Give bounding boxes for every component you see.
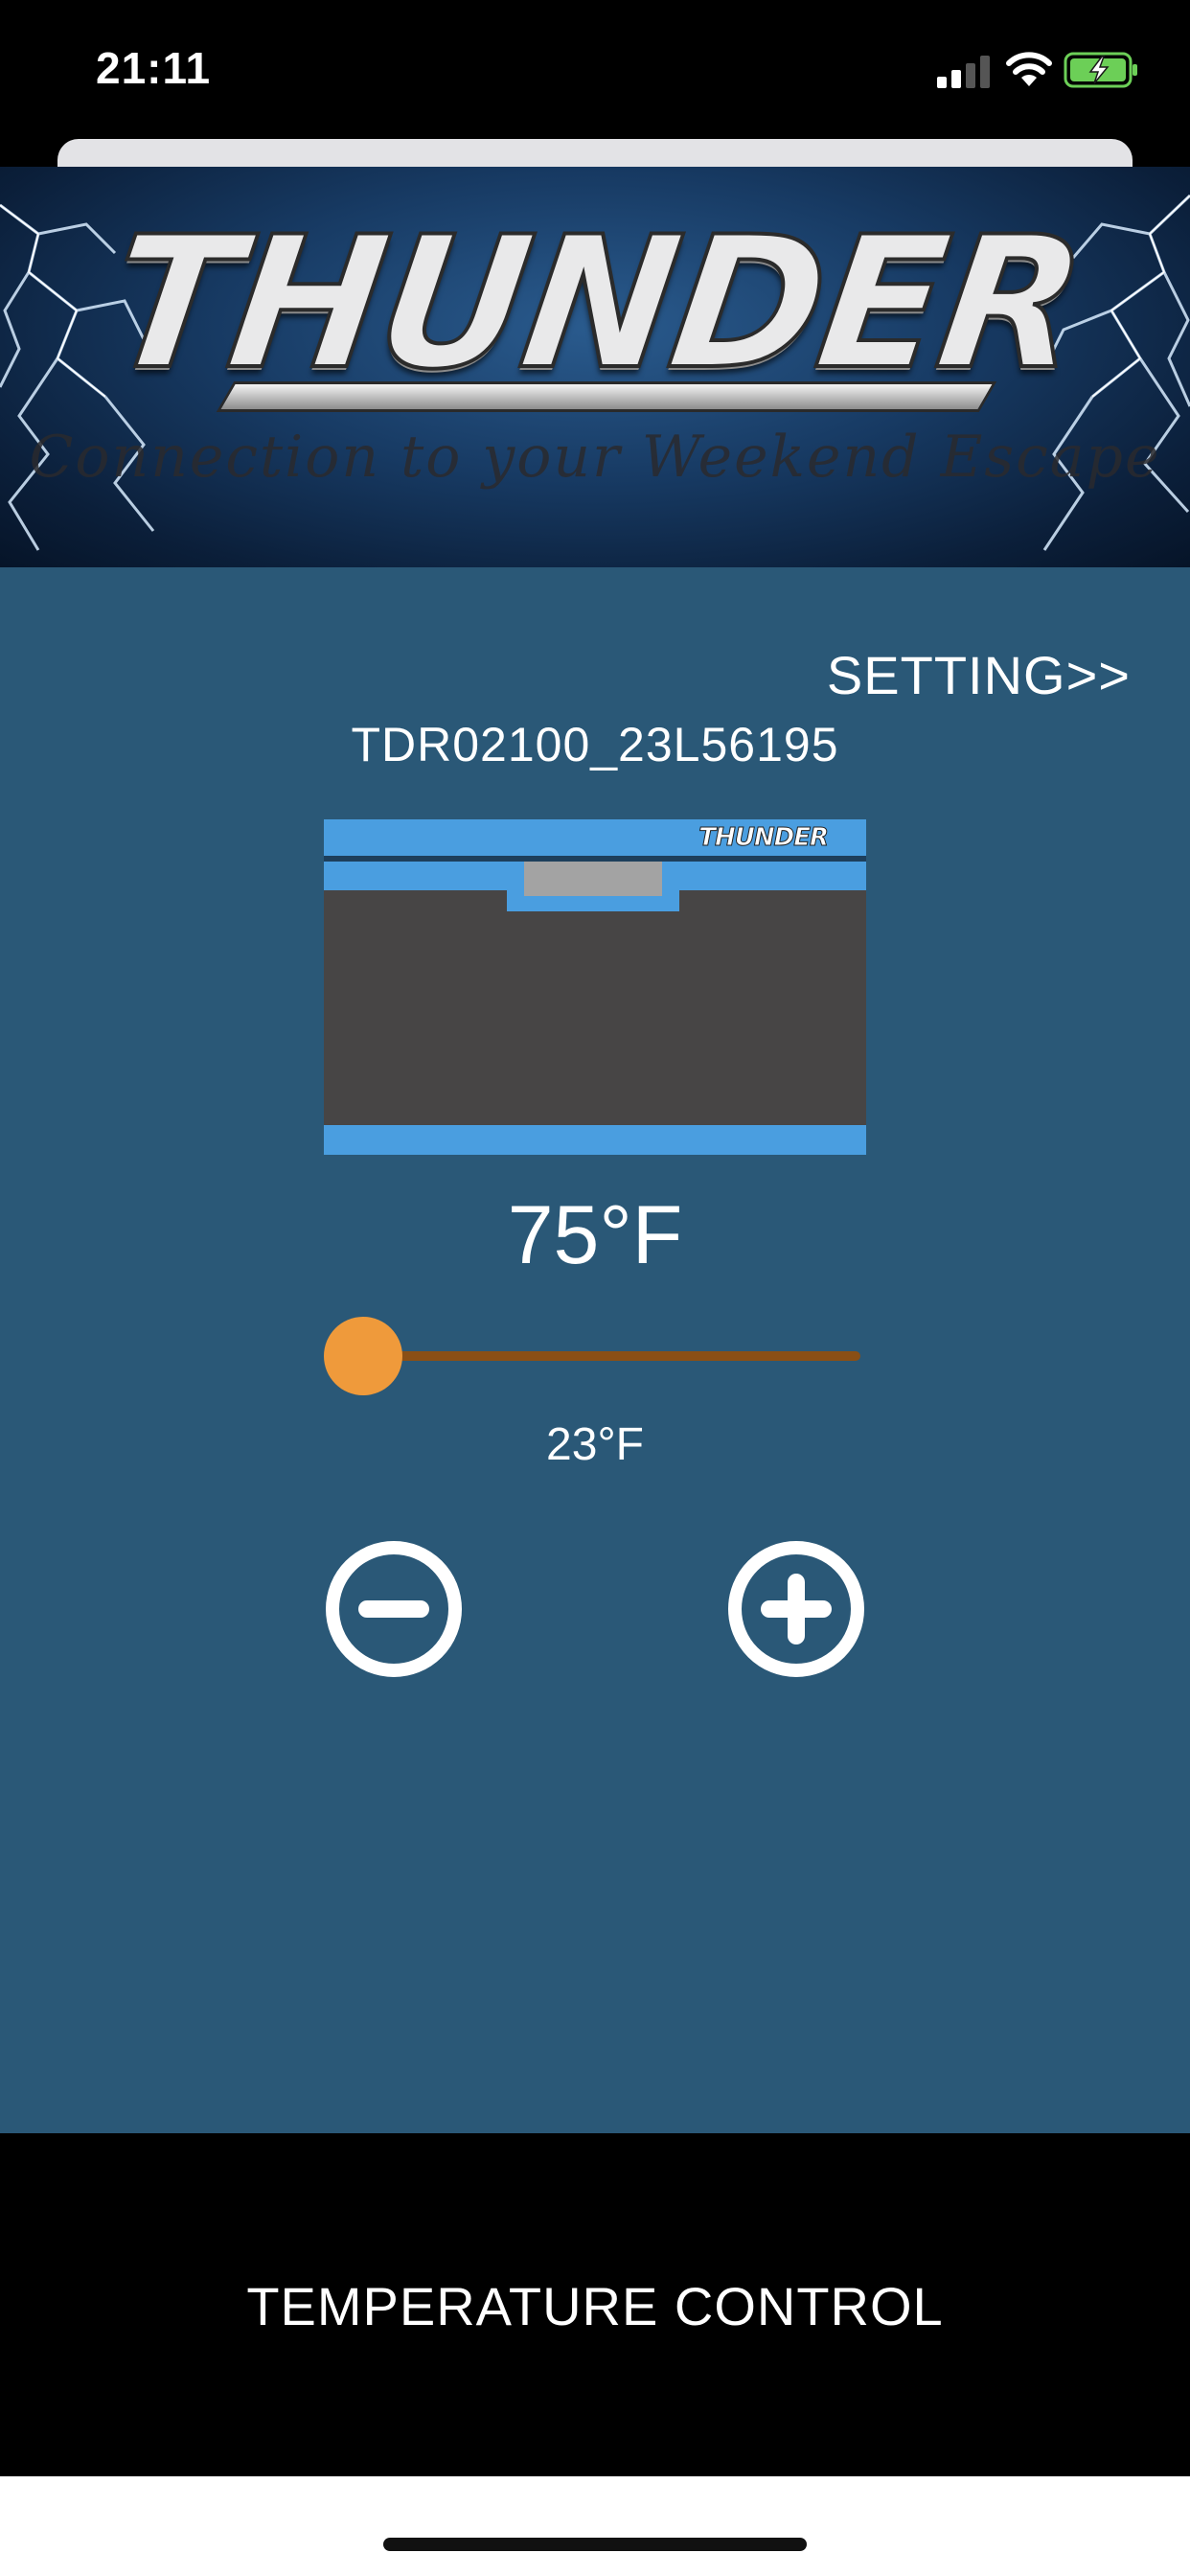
fridge-illustration: THUNDER: [324, 819, 866, 1155]
fridge-base: [324, 1125, 866, 1155]
brand-banner: THUNDER Connection to your Weekend Escap…: [0, 167, 1190, 567]
device-id-label: TDR02100_23L56195: [351, 718, 839, 771]
temperature-panel: SETTING>> TDR02100_23L56195 THUNDER 75°F…: [0, 567, 1190, 2133]
fridge-lid: THUNDER: [324, 819, 866, 856]
fridge-brand-logo: THUNDER: [698, 823, 830, 853]
increase-temperature-button[interactable]: [726, 1539, 866, 1679]
brand-logo: THUNDER: [96, 196, 1095, 411]
slider-thumb[interactable]: [324, 1317, 402, 1395]
minus-circle-icon[interactable]: [326, 1541, 462, 1677]
settings-link[interactable]: SETTING>>: [827, 644, 1131, 706]
current-temperature: 23°F: [546, 1419, 644, 1470]
fridge-display: [524, 862, 662, 896]
fridge-body: [324, 890, 866, 1125]
signal-icon: [937, 56, 990, 88]
decrease-temperature-button[interactable]: [324, 1539, 464, 1679]
plus-circle-icon[interactable]: [728, 1541, 864, 1677]
home-indicator-area: [0, 2476, 1190, 2576]
brand-tagline: Connection to your Weekend Escape: [29, 424, 1161, 491]
tab-bar: TEMPERATURE CONTROL: [0, 2133, 1190, 2476]
slider-track[interactable]: [362, 1351, 860, 1361]
tab-temperature-control[interactable]: TEMPERATURE CONTROL: [0, 2275, 1190, 2337]
home-indicator[interactable]: [383, 2538, 807, 2551]
battery-charging-icon: [1064, 52, 1137, 88]
wifi-icon: [1006, 52, 1052, 86]
status-time: 21:11: [96, 43, 212, 93]
status-bar: 21:11: [0, 0, 1190, 144]
set-temperature: 75°F: [507, 1189, 683, 1281]
temperature-slider[interactable]: [324, 1313, 866, 1399]
